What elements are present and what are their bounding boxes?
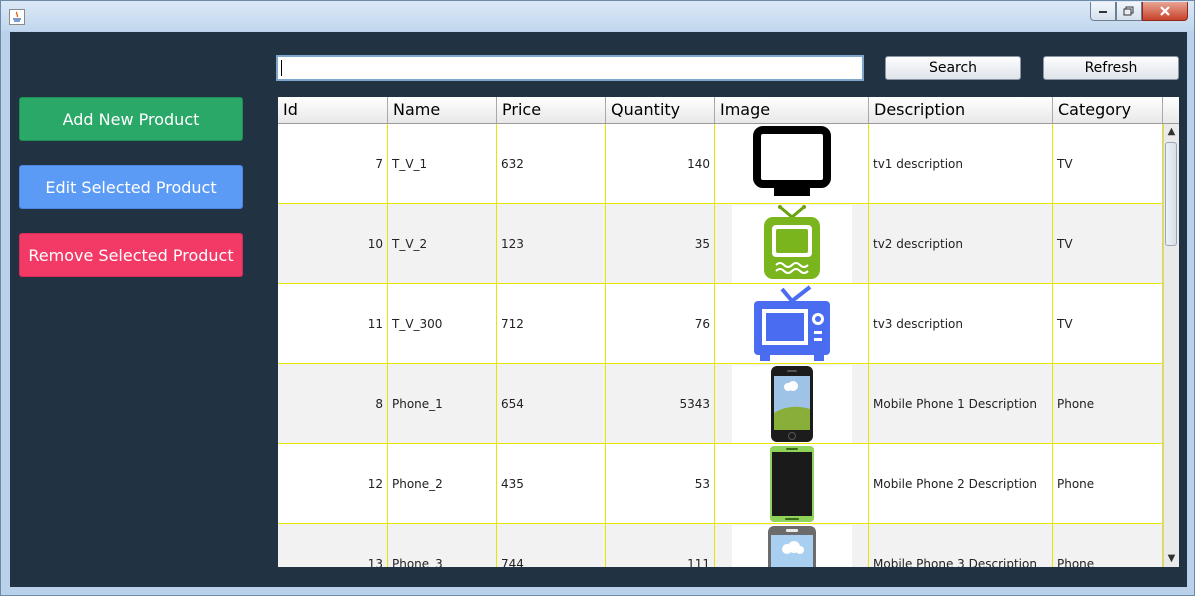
restore-icon xyxy=(1123,6,1134,16)
search-button[interactable]: Search xyxy=(885,56,1021,80)
cell-description: tv1 description xyxy=(869,124,1053,204)
table-row[interactable]: 12 Phone_2 435 53 Mobile Phone 2 Descrip… xyxy=(278,444,1163,524)
cell-quantity: 53 xyxy=(606,444,715,524)
column-header-category[interactable]: Category xyxy=(1053,97,1163,123)
maximize-button[interactable] xyxy=(1116,2,1142,21)
cell-id: 13 xyxy=(278,524,388,567)
main-panel: Add New Product Edit Selected Product Re… xyxy=(10,32,1187,587)
cell-price: 744 xyxy=(497,524,606,567)
scroll-down-arrow-icon[interactable]: ▼ xyxy=(1164,551,1179,567)
retro-tv-icon xyxy=(763,204,820,279)
scroll-up-arrow-icon[interactable]: ▲ xyxy=(1164,124,1179,140)
cell-name: T_V_300 xyxy=(388,284,497,364)
close-button[interactable] xyxy=(1142,2,1188,21)
cell-name: T_V_2 xyxy=(388,204,497,284)
title-bar[interactable] xyxy=(1,1,1194,31)
minimize-button[interactable] xyxy=(1090,2,1116,21)
search-input[interactable] xyxy=(276,55,864,81)
cell-category: TV xyxy=(1053,204,1163,284)
cell-image xyxy=(715,524,869,567)
cell-name: Phone_2 xyxy=(388,444,497,524)
cell-name: Phone_1 xyxy=(388,364,497,444)
table-row[interactable]: 13 Phone_3 744 111 Mobile Phone 3 Descri… xyxy=(278,524,1163,567)
cell-price: 123 xyxy=(497,204,606,284)
cell-image xyxy=(715,124,869,204)
table-row[interactable]: 11 T_V_300 712 76 tv3 description TV xyxy=(278,284,1163,364)
remove-selected-product-button[interactable]: Remove Selected Product xyxy=(19,233,243,277)
java-icon xyxy=(9,9,25,25)
cell-quantity: 111 xyxy=(606,524,715,567)
cell-price: 654 xyxy=(497,364,606,444)
image-frame xyxy=(731,364,852,443)
cell-description: Mobile Phone 2 Description xyxy=(869,444,1053,524)
cell-category: TV xyxy=(1053,124,1163,204)
column-header-name[interactable]: Name xyxy=(388,97,497,123)
cell-quantity: 5343 xyxy=(606,364,715,444)
cell-description: Mobile Phone 1 Description xyxy=(869,364,1053,444)
cell-id: 11 xyxy=(278,284,388,364)
edit-selected-product-button[interactable]: Edit Selected Product xyxy=(19,165,243,209)
app-window: Add New Product Edit Selected Product Re… xyxy=(0,0,1195,596)
text-caret xyxy=(281,60,282,76)
cell-name: Phone_3 xyxy=(388,524,497,567)
cell-category: Phone xyxy=(1053,524,1163,567)
android-phone-icon xyxy=(769,445,814,522)
minimize-icon xyxy=(1099,11,1107,13)
refresh-button[interactable]: Refresh xyxy=(1043,56,1179,80)
products-table: Id Name Price Quantity Image Description… xyxy=(278,97,1179,567)
cell-quantity: 140 xyxy=(606,124,715,204)
cell-category: TV xyxy=(1053,284,1163,364)
cell-image xyxy=(715,284,869,364)
cell-id: 7 xyxy=(278,124,388,204)
cell-description: tv2 description xyxy=(869,204,1053,284)
cell-price: 435 xyxy=(497,444,606,524)
column-header-image[interactable]: Image xyxy=(715,97,869,123)
cell-quantity: 35 xyxy=(606,204,715,284)
cell-quantity: 76 xyxy=(606,284,715,364)
column-header-quantity[interactable]: Quantity xyxy=(606,97,715,123)
column-header-description[interactable]: Description xyxy=(869,97,1053,123)
cell-id: 12 xyxy=(278,444,388,524)
scrollbar-thumb[interactable] xyxy=(1165,142,1177,246)
image-frame xyxy=(731,204,852,283)
column-header-price[interactable]: Price xyxy=(497,97,606,123)
iphone-icon xyxy=(770,365,813,442)
table-body: 7 T_V_1 632 140 tv1 description TV 10 T_… xyxy=(278,124,1163,567)
column-header-id[interactable]: Id xyxy=(278,97,388,123)
image-frame xyxy=(731,524,852,567)
cell-image xyxy=(715,364,869,444)
close-icon xyxy=(1160,6,1170,16)
table-row[interactable]: 8 Phone_1 654 5343 Mobile Phone 1 Descri… xyxy=(278,364,1163,444)
cell-image xyxy=(715,204,869,284)
cell-price: 712 xyxy=(497,284,606,364)
table-row[interactable]: 7 T_V_1 632 140 tv1 description TV xyxy=(278,124,1163,204)
table-row[interactable]: 10 T_V_2 123 35 tv2 description TV xyxy=(278,204,1163,284)
cell-description: tv3 description xyxy=(869,284,1053,364)
vertical-scrollbar[interactable]: ▲ ▼ xyxy=(1163,124,1179,567)
blue-tv-icon xyxy=(753,284,830,361)
cell-category: Phone xyxy=(1053,444,1163,524)
cell-description: Mobile Phone 3 Description xyxy=(869,524,1053,567)
cell-image xyxy=(715,444,869,524)
gray-phone-icon xyxy=(767,525,816,567)
add-new-product-button[interactable]: Add New Product xyxy=(19,97,243,141)
cell-name: T_V_1 xyxy=(388,124,497,204)
cell-id: 8 xyxy=(278,364,388,444)
column-header-corner xyxy=(1163,97,1179,123)
tv-monitor-icon xyxy=(752,125,831,196)
cell-category: Phone xyxy=(1053,364,1163,444)
cell-price: 632 xyxy=(497,124,606,204)
table-header: Id Name Price Quantity Image Description… xyxy=(278,97,1179,124)
cell-id: 10 xyxy=(278,204,388,284)
